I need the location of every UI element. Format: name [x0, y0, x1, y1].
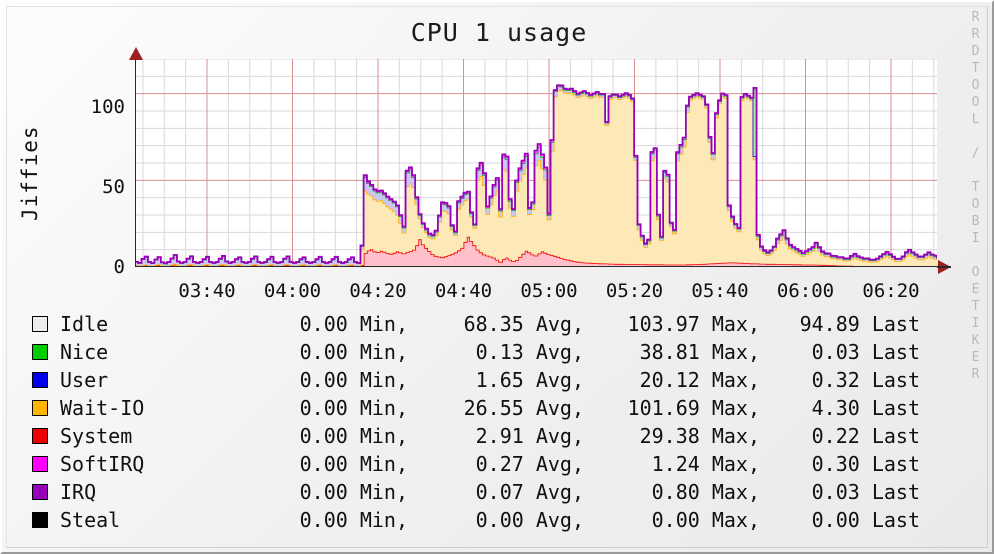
x-axis-tick-labels: 03:40 04:00 04:20 04:40 05:00 05:20 05:40 06:00… — [135, 280, 947, 306]
legend-row: Steal0.00 Min,0.00 Avg,0.00 Max,0.00 Las… — [32, 506, 972, 534]
legend-row: SoftIRQ0.00 Min,0.27 Avg,1.24 Max,0.30 L… — [32, 450, 972, 478]
legend-last-value: 0.03 Last — [760, 480, 920, 504]
legend-min-value: 0.00 Min, — [232, 424, 408, 448]
legend-series-name: Wait-IO — [60, 396, 232, 420]
x-tick-label: 05:00 — [520, 280, 577, 302]
legend-avg-value: 0.00 Avg, — [408, 508, 584, 532]
legend-last-value: 0.30 Last — [760, 452, 920, 476]
legend-avg-value: 0.07 Avg, — [408, 480, 584, 504]
x-tick-label: 05:40 — [691, 280, 748, 302]
legend-min-value: 0.00 Min, — [232, 452, 408, 476]
y-axis-label: Jiffies — [18, 98, 44, 248]
legend-series-name: Nice — [60, 340, 232, 364]
legend-series-name: IRQ — [60, 480, 232, 504]
legend-max-value: 103.97 Max, — [584, 312, 760, 336]
y-tick-label-0: 0 — [65, 256, 125, 278]
legend-last-value: 0.00 Last — [760, 508, 920, 532]
legend-row: Nice0.00 Min,0.13 Avg,38.81 Max,0.03 Las… — [32, 338, 972, 366]
legend-color-swatch — [32, 372, 48, 388]
y-tick-label-100: 100 — [65, 96, 125, 118]
page-title: CPU 1 usage — [2, 18, 994, 47]
legend-color-swatch — [32, 316, 48, 332]
plot-area — [135, 59, 937, 267]
legend-color-swatch — [32, 512, 48, 528]
legend-last-value: 4.30 Last — [760, 396, 920, 420]
legend-avg-value: 68.35 Avg, — [408, 312, 584, 336]
rrdtool-graph-window: CPU 1 usage RRDTOOL / TOBI OETIKER Jiffi… — [0, 0, 994, 554]
legend-max-value: 29.38 Max, — [584, 424, 760, 448]
y-axis-arrow — [129, 47, 143, 60]
cpu-usage-area-chart — [135, 59, 937, 267]
x-tick-label: 04:00 — [264, 280, 321, 302]
rrdtool-watermark: RRDTOOL / TOBI OETIKER — [964, 10, 986, 280]
legend-series-name: System — [60, 424, 232, 448]
legend-color-swatch — [32, 484, 48, 500]
legend-max-value: 0.80 Max, — [584, 480, 760, 504]
legend-max-value: 20.12 Max, — [584, 368, 760, 392]
legend-last-value: 94.89 Last — [760, 312, 920, 336]
legend-avg-value: 26.55 Avg, — [408, 396, 584, 420]
legend-row: User0.00 Min,1.65 Avg,20.12 Max,0.32 Las… — [32, 366, 972, 394]
legend-min-value: 0.00 Min, — [232, 396, 408, 420]
legend-row: Wait-IO0.00 Min,26.55 Avg,101.69 Max,4.3… — [32, 394, 972, 422]
legend-max-value: 38.81 Max, — [584, 340, 760, 364]
legend-avg-value: 1.65 Avg, — [408, 368, 584, 392]
legend-series-name: Idle — [60, 312, 232, 336]
legend-last-value: 0.32 Last — [760, 368, 920, 392]
legend-row: System0.00 Min,2.91 Avg,29.38 Max,0.22 L… — [32, 422, 972, 450]
legend-color-swatch — [32, 428, 48, 444]
legend-series-name: User — [60, 368, 232, 392]
legend-avg-value: 2.91 Avg, — [408, 424, 584, 448]
legend-min-value: 0.00 Min, — [232, 312, 408, 336]
x-axis-extension — [937, 266, 951, 268]
y-tick-label-50: 50 — [65, 176, 125, 198]
x-tick-label: 06:20 — [862, 280, 919, 302]
legend-max-value: 101.69 Max, — [584, 396, 760, 420]
legend-row: Idle0.00 Min,68.35 Avg,103.97 Max,94.89 … — [32, 310, 972, 338]
legend: Idle0.00 Min,68.35 Avg,103.97 Max,94.89 … — [32, 310, 972, 534]
legend-max-value: 1.24 Max, — [584, 452, 760, 476]
legend-color-swatch — [32, 344, 48, 360]
legend-last-value: 0.22 Last — [760, 424, 920, 448]
legend-series-name: Steal — [60, 508, 232, 532]
legend-min-value: 0.00 Min, — [232, 480, 408, 504]
legend-last-value: 0.03 Last — [760, 340, 920, 364]
legend-row: IRQ0.00 Min,0.07 Avg,0.80 Max,0.03 Last — [32, 478, 972, 506]
legend-avg-value: 0.13 Avg, — [408, 340, 584, 364]
legend-max-value: 0.00 Max, — [584, 508, 760, 532]
x-tick-label: 04:20 — [349, 280, 406, 302]
x-tick-label: 06:00 — [777, 280, 834, 302]
x-tick-label: 03:40 — [178, 280, 235, 302]
legend-series-name: SoftIRQ — [60, 452, 232, 476]
x-tick-label: 05:20 — [606, 280, 663, 302]
x-tick-label: 04:40 — [435, 280, 492, 302]
legend-min-value: 0.00 Min, — [232, 340, 408, 364]
legend-avg-value: 0.27 Avg, — [408, 452, 584, 476]
legend-min-value: 0.00 Min, — [232, 508, 408, 532]
legend-color-swatch — [32, 400, 48, 416]
legend-color-swatch — [32, 456, 48, 472]
legend-min-value: 0.00 Min, — [232, 368, 408, 392]
